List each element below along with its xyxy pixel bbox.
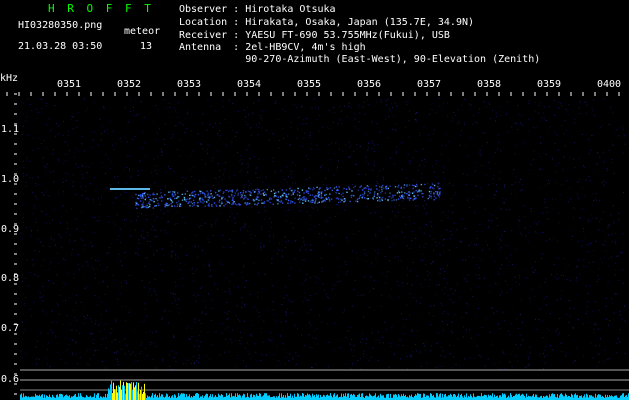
background-noise <box>20 98 626 371</box>
axis-tick-marks <box>6 92 620 395</box>
meteor-echo-trace <box>110 183 441 210</box>
hrofft-display: H R O F F T HI03280350.png 21.03.28 03:5… <box>0 0 629 400</box>
spectrogram-plot <box>6 92 629 400</box>
bottom-baseline <box>20 369 629 400</box>
